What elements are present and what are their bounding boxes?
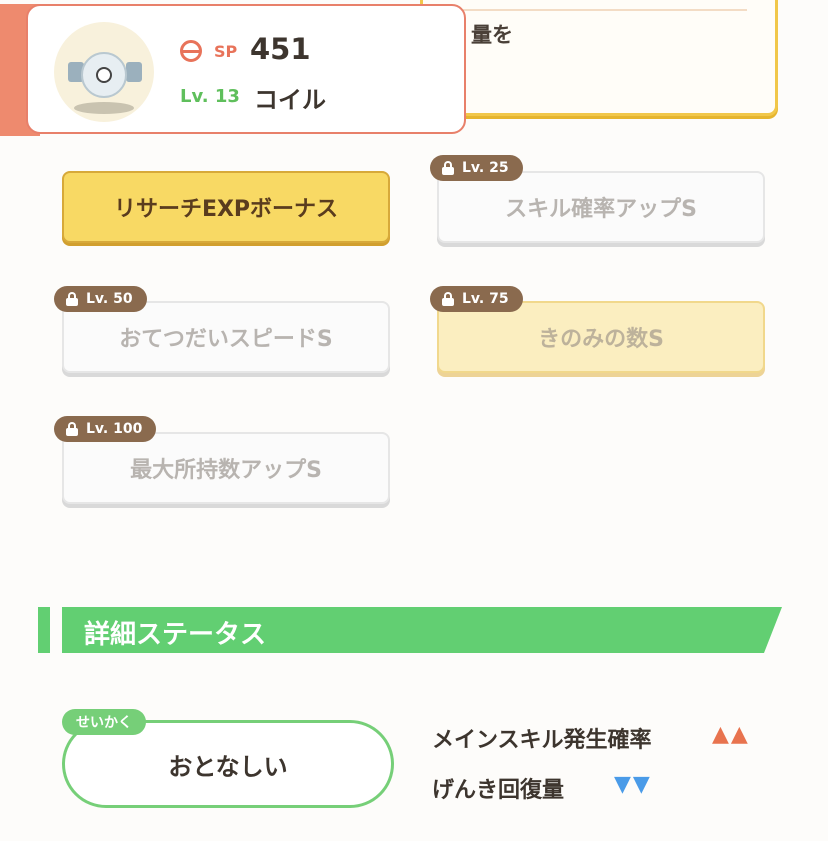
lock-badge: Lv. 50 [54,286,147,312]
section-marker [38,607,50,653]
pokemon-header-card[interactable]: SP 451 Lv. 13 コイル [26,4,466,134]
unlock-level: Lv. 100 [86,421,143,437]
unlock-level: Lv. 50 [86,291,133,307]
lock-badge: Lv. 25 [430,155,523,181]
pokemon-eye [96,67,112,83]
skill-label: 最大所持数アップS [130,458,322,483]
divider [463,9,747,11]
lock-icon [442,292,454,306]
pokemon-portrait [54,22,154,122]
unlock-level: Lv. 25 [462,160,509,176]
down-arrows-icon: ▼▼ [614,772,652,797]
background-skill-card: 量を [420,0,778,116]
nature-effect-up-label: メインスキル発生確率 [432,728,652,753]
lock-badge: Lv. 75 [430,286,523,312]
magnet-right [126,62,142,82]
sp-value: 451 [250,32,311,66]
skill-label: おてつだいスピードS [119,327,333,352]
skill-research-exp-bonus[interactable]: リサーチEXPボーナス [62,171,390,243]
skill-label: スキル確率アップS [505,197,697,222]
lock-icon [66,422,78,436]
nature-value: おとなしい [168,752,288,781]
pokemon-level: Lv. 13 [180,86,240,107]
lock-icon [442,161,454,175]
nature-effect-down-label: げんき回復量 [432,778,565,803]
pokeball-icon [180,40,202,62]
portrait-shadow [74,102,134,114]
skill-inventory-up[interactable]: 最大所持数アップS [62,432,390,504]
skill-skill-trigger-up[interactable]: スキル確率アップS [437,171,765,243]
sp-label: SP [214,42,238,61]
section-title: 詳細ステータス [84,620,267,650]
lock-icon [66,292,78,306]
skill-label: きのみの数S [538,327,664,352]
lock-badge: Lv. 100 [54,416,157,442]
up-arrows-icon: ▲▲ [712,722,750,747]
unlock-level: Lv. 75 [462,291,509,307]
nature-tag: せいかく [62,709,146,735]
skill-label: リサーチEXPボーナス [113,197,339,222]
pokemon-name: コイル [254,86,326,114]
background-card-text: 量を [471,23,513,47]
